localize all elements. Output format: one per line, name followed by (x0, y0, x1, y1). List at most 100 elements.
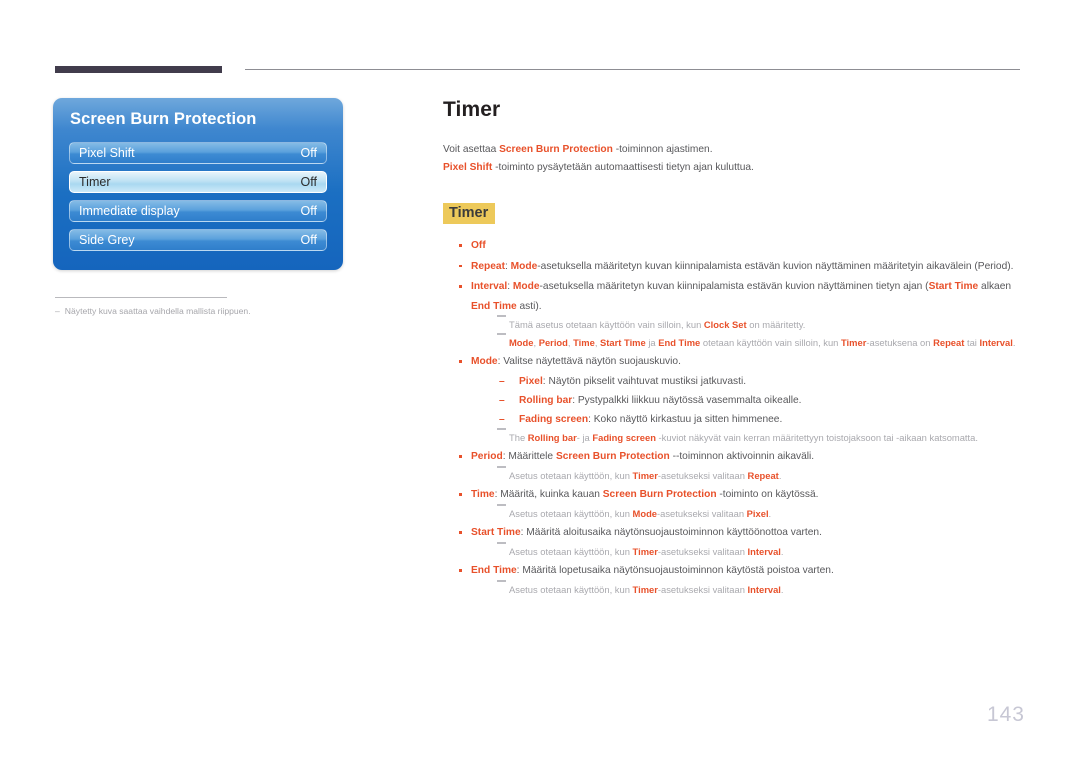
time-mid: : Määritä, kuinka kauan (494, 489, 603, 500)
note-modes-mid2: -asetuksena on (866, 336, 934, 348)
osd-menu-item-immediate-display[interactable]: Immediate display Off (69, 200, 327, 222)
term-interval: Interval (747, 545, 781, 557)
sub-dash-icon: – (499, 413, 505, 425)
osd-menu-item-timer[interactable]: Timer Off (69, 171, 327, 193)
term-end-time: End Time (658, 336, 701, 348)
term-interval: Interval (979, 336, 1013, 348)
osd-menu-item-side-grey[interactable]: Side Grey Off (69, 229, 327, 251)
end-time-desc: : Määritä lopetusaika näytönsuojaustoimi… (516, 565, 834, 576)
page-title: Timer (443, 98, 501, 121)
mode-desc: : Valitse näytettävä näytön suojauskuvio… (497, 356, 681, 367)
section-heading-timer: Timer (443, 203, 496, 224)
osd-menu-item-label: Timer (79, 175, 111, 189)
term-start-time: Start Time (928, 281, 979, 292)
osd-menu-item-label: Pixel Shift (79, 146, 135, 160)
term-interval: Interval (747, 583, 781, 595)
sub-item-pixel: – Pixel: Näytön pikselit vaihtuvat mustik… (497, 372, 1023, 391)
pixel-desc: : Näytön pikselit vaihtuvat mustiksi jat… (542, 375, 747, 387)
bullet-dot-icon (459, 531, 462, 534)
note-modes-availability: Mode, Period, Time, Start Time ja End Ti… (471, 332, 1023, 352)
term-fading-screen: Fading screen (519, 413, 589, 425)
osd-panel-title: Screen Burn Protection (70, 110, 257, 128)
term-pixel: Pixel (519, 375, 543, 387)
bullet-dot-icon (459, 360, 462, 363)
bullet-dot-icon (459, 264, 462, 268)
list-item-period: Period: Määrittele Screen Burn Protectio… (443, 447, 1023, 484)
option-period-label: Period (471, 451, 503, 462)
osd-menu-item-pixel-shift[interactable]: Pixel Shift Off (69, 142, 327, 164)
period-mid: : Määrittele (502, 451, 556, 462)
list-item-interval: Interval: Mode-asetuksella määritetyn ku… (443, 277, 1023, 351)
figure-note-text: Näytetty kuva saattaa vaihdella mallista… (64, 306, 251, 316)
term-period: Period (538, 336, 568, 348)
sub-dash-icon: – (499, 394, 505, 406)
note-dash-icon (497, 332, 506, 335)
note-period-mid: -asetukseksi valitaan (657, 469, 748, 481)
figure-note: – Näytetty kuva saattaa vaihdella mallist… (55, 306, 375, 316)
term-mode: Mode (512, 281, 540, 292)
option-start-time-label: Start Time (471, 527, 521, 538)
note-end-mid: -asetukseksi valitaan (657, 583, 748, 595)
note-start-end: . (780, 545, 784, 557)
interval-tail: asti). (516, 300, 542, 312)
period-desc: --toiminnon aktivoinnin aikaväli. (669, 451, 815, 462)
osd-menu-list: Pixel Shift Off Timer Off Immediate disp… (69, 142, 327, 258)
interval-desc: -asetuksella määritetyn kuvan kiinnipala… (539, 281, 929, 292)
header-rule-thin (245, 69, 1020, 70)
note-start-mid: -asetukseksi valitaan (657, 545, 748, 557)
term-pixel: Pixel (746, 507, 769, 519)
note-modes-mid: otetaan käyttöön vain silloin, kun (700, 336, 841, 348)
note-end-pre: Asetus otetaan käyttöön, kun (509, 583, 633, 595)
bullet-dot-icon (459, 244, 462, 247)
time-desc: -toiminto on käytössä. (716, 489, 819, 500)
term-end-time: End Time (471, 300, 517, 312)
term-mode: Mode (510, 260, 538, 272)
note-dash-icon (497, 503, 506, 506)
list-item-repeat: Repeat: Mode-asetuksella määritetyn kuva… (443, 257, 1023, 277)
content-area: Timer Voit asettaa Screen Burn Protectio… (443, 98, 1023, 599)
note-time-pre: Asetus otetaan käyttöön, kun (509, 507, 633, 519)
note-time-mid: -asetukseksi valitaan (657, 507, 747, 519)
option-time-label: Time (471, 489, 495, 500)
term-rolling-bar: Rolling bar (519, 394, 573, 406)
term-fading-screen: Fading screen (592, 431, 656, 443)
note-dash-icon (497, 579, 506, 582)
note-period-end: . (778, 469, 782, 481)
osd-menu-item-value: Off (300, 175, 317, 189)
term-mode: Mode (509, 336, 534, 348)
term-time: Time (573, 336, 595, 348)
note-period: Asetus otetaan käyttöön, kun Timer-asetu… (471, 465, 1023, 485)
term-timer: Timer (841, 336, 867, 348)
repeat-desc: -asetuksella määritetyn kuvan kiinnipala… (537, 260, 1014, 272)
header-rule-dark (55, 66, 222, 73)
note-rolling-post: -kuviot näkyvät vain kerran määritettyyn… (655, 431, 978, 443)
note-end-time: Asetus otetaan käyttöön, kun Timer-asetu… (471, 579, 1023, 599)
list-item-mode: Mode: Valitse näytettävä näytön suojausk… (443, 352, 1023, 446)
bullet-dot-icon (459, 285, 462, 288)
intro-paragraph-2: Pixel Shift -toiminto pysäytetään automa… (443, 159, 1023, 177)
intro-paragraph-1: Voit asettaa Screen Burn Protection -toi… (443, 141, 1023, 159)
term-repeat: Repeat (933, 336, 965, 348)
list-item-end-time: End Time: Määritä lopetusaika näytönsuoj… (443, 561, 1023, 598)
term-pixel-shift: Pixel Shift (443, 162, 493, 173)
note-clock-set: Tämä asetus otetaan käyttöön vain silloi… (471, 315, 1023, 334)
note-modes-end: . (1012, 336, 1016, 348)
conj-tai: tai (964, 336, 980, 348)
figure-note-dash: – (55, 306, 60, 316)
option-off-label: Off (471, 240, 486, 251)
intro-1-post: -toiminnon ajastimen. (612, 144, 713, 155)
option-repeat-label: Repeat (471, 260, 505, 272)
sub-item-fading-screen: – Fading screen: Koko näyttö kirkastuu ja… (497, 410, 1023, 429)
bullet-dot-icon (459, 569, 462, 572)
note-dash-icon (497, 427, 506, 430)
intro-2-post: -toiminto pysäytetään automaattisesti ti… (492, 162, 754, 173)
osd-menu-item-value: Off (300, 146, 317, 160)
note-clock-post: on määritetty. (746, 319, 806, 330)
fading-screen-desc: : Koko näyttö kirkastuu ja sitten himmen… (588, 413, 783, 425)
term-repeat: Repeat (747, 469, 779, 481)
note-time: Asetus otetaan käyttöön, kun Mode-asetuk… (471, 503, 1023, 523)
list-item-off: Off (443, 236, 1023, 256)
note-dash-icon (497, 541, 506, 544)
term-timer: Timer (632, 545, 658, 557)
osd-menu-item-label: Side Grey (79, 233, 135, 247)
